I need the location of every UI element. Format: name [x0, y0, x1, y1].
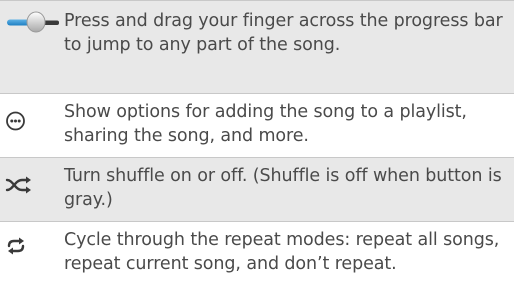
shuffle-icon — [5, 176, 31, 194]
icon-cell — [0, 94, 64, 157]
repeat-icon — [7, 237, 25, 255]
table-row: Show options for adding the song to a pl… — [0, 94, 514, 158]
row-description: Cycle through the repeat modes: repeat a… — [64, 230, 500, 274]
table-row: Cycle through the repeat modes: repeat a… — [0, 222, 514, 308]
progress-slider-icon — [7, 11, 59, 33]
row-description: Show options for adding the song to a pl… — [64, 102, 467, 146]
controls-table: Press and drag your finger across the pr… — [0, 0, 514, 308]
table-row: Turn shuffle on or off. (Shuffle is off … — [0, 158, 514, 222]
more-options-icon — [6, 111, 25, 131]
icon-cell — [0, 158, 64, 221]
row-description: Turn shuffle on or off. (Shuffle is off … — [64, 166, 502, 210]
row-description: Press and drag your finger across the pr… — [64, 11, 503, 55]
table-row: Press and drag your finger across the pr… — [0, 1, 514, 94]
icon-cell — [0, 222, 64, 308]
icon-cell — [0, 1, 64, 93]
